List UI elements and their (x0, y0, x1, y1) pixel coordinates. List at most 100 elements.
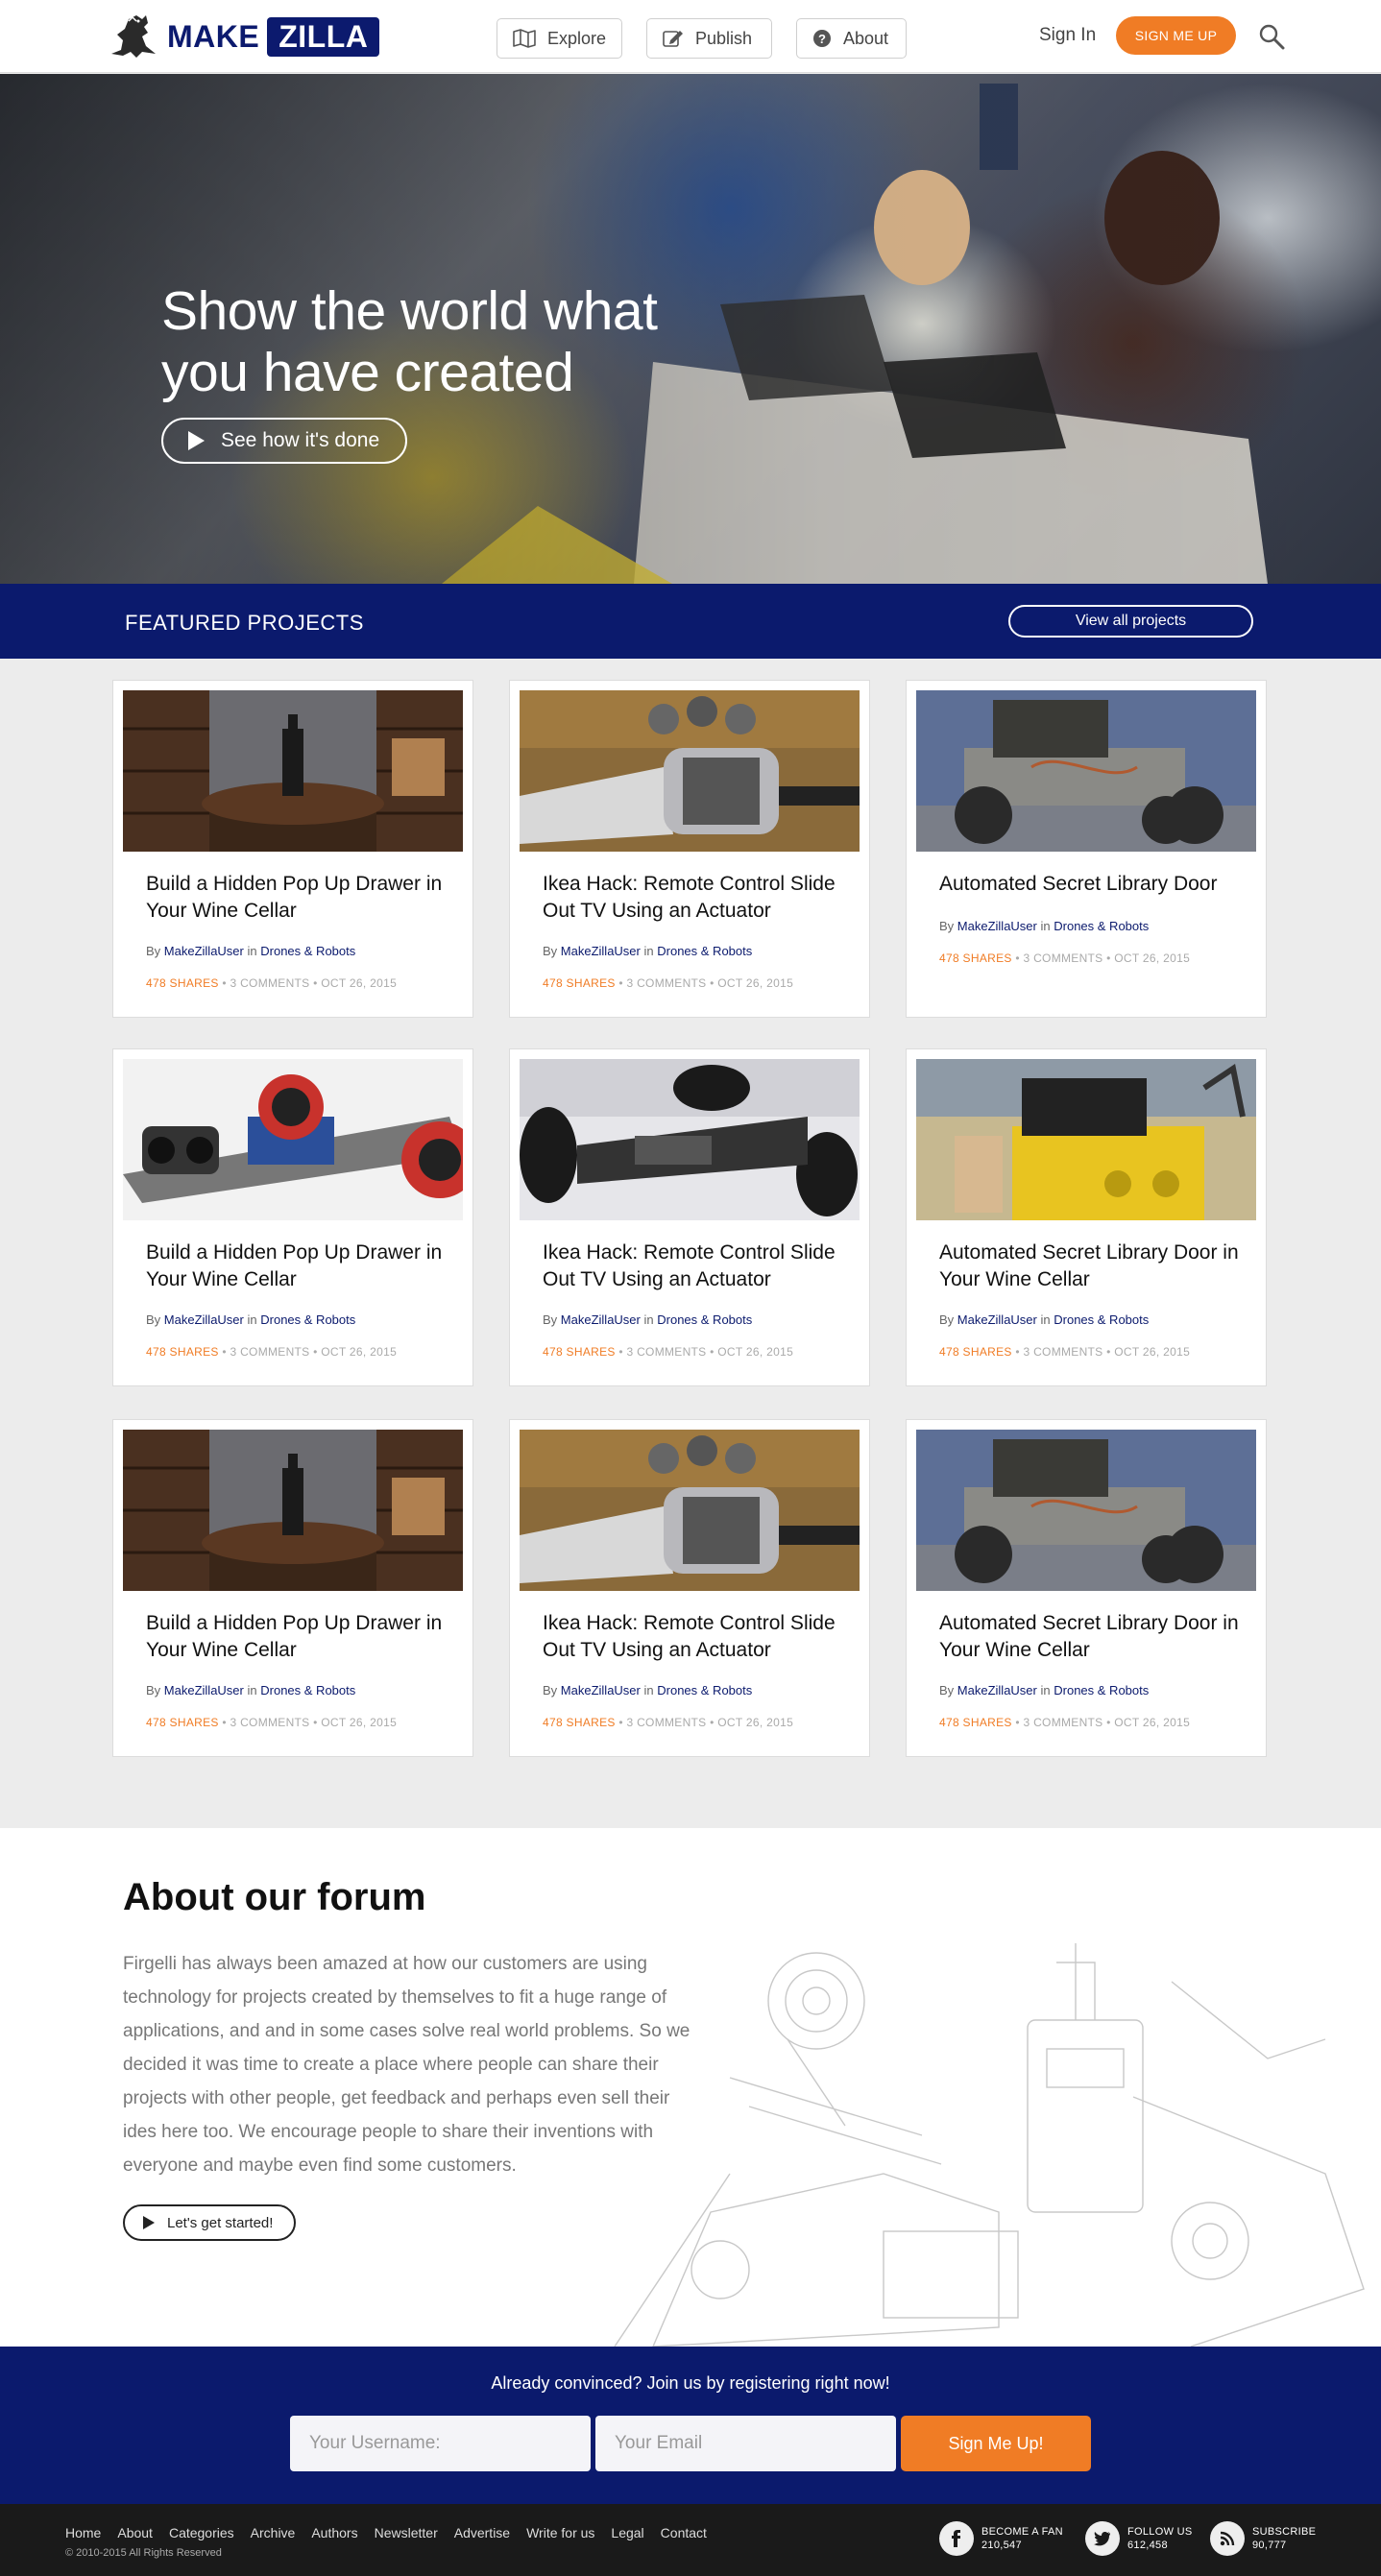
project-card[interactable]: Automated Secret Library Door in Your Wi… (906, 1048, 1267, 1386)
project-card[interactable]: Ikea Hack: Remote Control Slide Out TV U… (509, 1048, 870, 1386)
project-title[interactable]: Ikea Hack: Remote Control Slide Out TV U… (543, 1240, 850, 1293)
project-card[interactable]: Build a Hidden Pop Up Drawer in Your Win… (112, 680, 473, 1018)
publish-button[interactable]: Publish (646, 18, 772, 59)
godzilla-mascot-icon (111, 15, 156, 58)
author-link[interactable]: MakeZillaUser (957, 919, 1037, 933)
category-link[interactable]: Drones & Robots (657, 1312, 752, 1327)
project-title[interactable]: Automated Secret Library Door in Your Wi… (939, 1610, 1247, 1664)
explore-button[interactable]: Explore (497, 18, 622, 59)
twitter-label: FOLLOW US (1127, 2526, 1193, 2538)
by-text: By (146, 1312, 161, 1327)
comments-count[interactable]: 3 COMMENTS (626, 1716, 706, 1729)
play-icon (188, 431, 205, 450)
project-card[interactable]: Build a Hidden Pop Up Drawer in Your Win… (112, 1048, 473, 1386)
comments-count[interactable]: 3 COMMENTS (1023, 1716, 1102, 1729)
map-icon (513, 29, 536, 48)
about-button[interactable]: ? About (796, 18, 907, 59)
category-link[interactable]: Drones & Robots (260, 944, 355, 958)
project-image[interactable] (520, 1430, 860, 1591)
category-link[interactable]: Drones & Robots (1054, 1683, 1149, 1697)
project-title[interactable]: Build a Hidden Pop Up Drawer in Your Win… (146, 871, 453, 925)
comments-count[interactable]: 3 COMMENTS (626, 1345, 706, 1359)
project-meta: By MakeZillaUser in Drones & Robots (939, 919, 1149, 933)
project-title[interactable]: Automated Secret Library Door in Your Wi… (939, 1240, 1247, 1293)
project-meta: By MakeZillaUser in Drones & Robots (146, 1312, 355, 1327)
footer-link-home[interactable]: Home (65, 2525, 101, 2540)
footer-link-archive[interactable]: Archive (251, 2525, 296, 2540)
project-image[interactable] (916, 1059, 1256, 1220)
project-image[interactable] (123, 690, 463, 852)
shares-count: 478 SHARES (939, 1345, 1012, 1359)
project-title[interactable]: Build a Hidden Pop Up Drawer in Your Win… (146, 1610, 453, 1664)
author-link[interactable]: MakeZillaUser (164, 944, 244, 958)
author-link[interactable]: MakeZillaUser (164, 1312, 244, 1327)
project-image[interactable] (520, 1059, 860, 1220)
footer-link-about[interactable]: About (117, 2525, 153, 2540)
see-how-button[interactable]: See how it's done (161, 418, 407, 464)
author-link[interactable]: MakeZillaUser (957, 1683, 1037, 1697)
email-field[interactable]: Your Email (595, 2416, 896, 2471)
in-text: in (1040, 1312, 1051, 1327)
author-link[interactable]: MakeZillaUser (164, 1683, 244, 1697)
get-started-button[interactable]: Let's get started! (123, 2204, 296, 2241)
help-icon: ? (813, 30, 831, 47)
category-link[interactable]: Drones & Robots (1054, 1312, 1149, 1327)
comments-count[interactable]: 3 COMMENTS (230, 1345, 309, 1359)
category-link[interactable]: Drones & Robots (657, 944, 752, 958)
project-card[interactable]: Build a Hidden Pop Up Drawer in Your Win… (112, 1419, 473, 1757)
project-image[interactable] (123, 1430, 463, 1591)
comments-count[interactable]: 3 COMMENTS (230, 976, 309, 990)
footer-link-contact[interactable]: Contact (661, 2525, 707, 2540)
sign-up-button[interactable]: SIGN ME UP (1116, 16, 1236, 55)
comments-count[interactable]: 3 COMMENTS (1023, 1345, 1102, 1359)
footer-link-authors[interactable]: Authors (311, 2525, 357, 2540)
project-card[interactable]: Ikea Hack: Remote Control Slide Out TV U… (509, 680, 870, 1018)
username-field[interactable]: Your Username: (290, 2416, 591, 2471)
project-card[interactable]: Automated Secret Library Door By MakeZill… (906, 680, 1267, 1018)
project-image[interactable] (520, 690, 860, 852)
author-link[interactable]: MakeZillaUser (561, 1683, 641, 1697)
project-stats: 478 SHARES • 3 COMMENTS • OCT 26, 2015 (543, 976, 794, 990)
footer-link-legal[interactable]: Legal (611, 2525, 643, 2540)
search-icon[interactable] (1258, 23, 1285, 50)
author-link[interactable]: MakeZillaUser (957, 1312, 1037, 1327)
project-stats: 478 SHARES • 3 COMMENTS • OCT 26, 2015 (146, 1345, 398, 1359)
category-link[interactable]: Drones & Robots (260, 1312, 355, 1327)
project-image[interactable] (916, 690, 1256, 852)
author-link[interactable]: MakeZillaUser (561, 1312, 641, 1327)
project-title[interactable]: Build a Hidden Pop Up Drawer in Your Win… (146, 1240, 453, 1293)
project-card[interactable]: Ikea Hack: Remote Control Slide Out TV U… (509, 1419, 870, 1757)
in-text: in (643, 1312, 654, 1327)
featured-title: FEATURED PROJECTS (125, 611, 364, 635)
project-card[interactable]: Automated Secret Library Door in Your Wi… (906, 1419, 1267, 1757)
footer-link-newsletter[interactable]: Newsletter (375, 2525, 438, 2540)
view-all-button[interactable]: View all projects (1008, 605, 1253, 638)
project-image[interactable] (123, 1059, 463, 1220)
comments-count[interactable]: 3 COMMENTS (626, 976, 706, 990)
sign-in-link[interactable]: Sign In (1039, 25, 1096, 46)
see-how-label: See how it's done (221, 429, 380, 451)
project-image[interactable] (916, 1430, 1256, 1591)
twitter-icon (1085, 2521, 1120, 2556)
rss-subscribe-link[interactable]: SUBSCRIBE 90,777 (1210, 2521, 1316, 2556)
category-link[interactable]: Drones & Robots (260, 1683, 355, 1697)
project-title[interactable]: Automated Secret Library Door (939, 871, 1247, 898)
copyright: © 2010-2015 All Rights Reserved (65, 2547, 222, 2559)
category-link[interactable]: Drones & Robots (1054, 919, 1149, 933)
facebook-fan-link[interactable]: BECOME A FAN 210,547 (939, 2521, 1063, 2556)
footer-link-categories[interactable]: Categories (169, 2525, 234, 2540)
footer-link-advertise[interactable]: Advertise (454, 2525, 510, 2540)
author-link[interactable]: MakeZillaUser (561, 944, 641, 958)
post-date: OCT 26, 2015 (321, 976, 398, 990)
logo[interactable]: MAKE ZILLA (104, 12, 380, 61)
category-link[interactable]: Drones & Robots (657, 1683, 752, 1697)
comments-count[interactable]: 3 COMMENTS (230, 1716, 309, 1729)
comments-count[interactable]: 3 COMMENTS (1023, 951, 1102, 965)
signup-band: Already convinced? Join us by registerin… (0, 2347, 1381, 2504)
footer-link-write-for-us[interactable]: Write for us (526, 2525, 594, 2540)
post-date: OCT 26, 2015 (1114, 951, 1191, 965)
twitter-follow-link[interactable]: FOLLOW US 612,458 (1085, 2521, 1193, 2556)
project-title[interactable]: Ikea Hack: Remote Control Slide Out TV U… (543, 1610, 850, 1664)
project-title[interactable]: Ikea Hack: Remote Control Slide Out TV U… (543, 871, 850, 925)
signup-submit-button[interactable]: Sign Me Up! (901, 2416, 1091, 2471)
